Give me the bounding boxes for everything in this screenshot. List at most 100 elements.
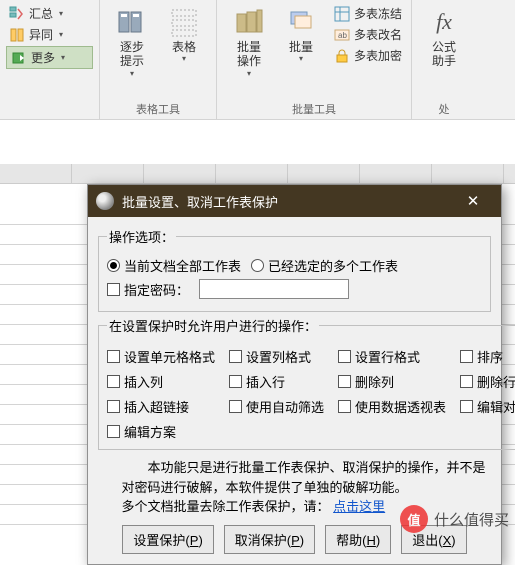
perm-checkbox[interactable]: 设置单元格格式: [107, 347, 215, 366]
checkbox-icon: [107, 425, 120, 438]
batch-button[interactable]: 批量 ▾: [275, 4, 327, 78]
perm-checkbox[interactable]: 插入列: [107, 372, 215, 391]
perm-checkbox[interactable]: 删除列: [338, 372, 446, 391]
multi-freeze-button[interactable]: 多表冻结: [331, 4, 405, 23]
batch-op-icon: [233, 6, 265, 38]
checkbox-icon: [107, 350, 120, 363]
chevron-down-icon: ▾: [59, 9, 63, 18]
perm-checkbox[interactable]: 删除行: [460, 372, 515, 391]
close-button[interactable]: ✕: [453, 192, 493, 210]
perm-checkbox[interactable]: 排序: [460, 347, 515, 366]
summary-label: 汇总: [29, 5, 53, 22]
perm-checkbox[interactable]: 设置行格式: [338, 347, 446, 366]
ribbon-toolbar: 汇总 ▾ 异同 ▾ 更多 ▾ 逐步 提示 ▾: [0, 0, 515, 120]
checkbox-icon: [229, 400, 242, 413]
group-label-proc: 处: [418, 99, 470, 117]
fx-label: 公式 助手: [432, 40, 456, 69]
chevron-down-icon: ▾: [130, 69, 134, 79]
note-line2-prefix: 多个文档批量去除工作表保护，请：: [122, 499, 330, 514]
chevron-down-icon: ▾: [61, 53, 65, 62]
chevron-down-icon: ▾: [59, 30, 63, 39]
unset-protect-button[interactable]: 取消保护(P): [224, 525, 315, 554]
set-protect-button[interactable]: 设置保护(P): [122, 525, 213, 554]
chevron-down-icon: ▾: [247, 69, 251, 79]
encrypt-icon: [334, 48, 350, 64]
freeze-icon: [334, 6, 350, 22]
perm-label: 设置行格式: [355, 347, 420, 366]
perm-legend: 在设置保护时允许用户进行的操作：: [107, 316, 319, 335]
more-label: 更多: [31, 49, 55, 66]
perm-label: 插入行: [246, 372, 285, 391]
watermark: 值 什么值得买: [400, 505, 509, 533]
perm-label: 删除列: [355, 372, 394, 391]
radio-selected-label: 已经选定的多个工作表: [268, 256, 398, 275]
checkbox-icon: [460, 375, 473, 388]
ribbon-group-formula: fx 公式 助手 处: [412, 0, 476, 119]
summary-button[interactable]: 汇总 ▾: [6, 4, 93, 23]
diff-icon: [9, 27, 25, 43]
group-label-table: 表格工具: [106, 99, 210, 117]
specify-pwd-label: 指定密码：: [124, 280, 189, 299]
perm-checkbox[interactable]: 使用数据透视表: [338, 397, 446, 416]
checkbox-icon: [460, 350, 473, 363]
svg-text:ab: ab: [338, 31, 347, 40]
checkbox-icon: [107, 375, 120, 388]
radio-selected-sheets[interactable]: 已经选定的多个工作表: [251, 256, 398, 275]
specify-password-checkbox[interactable]: 指定密码：: [107, 280, 189, 299]
help-button[interactable]: 帮助(H): [325, 525, 391, 554]
perm-label: 使用自动筛选: [246, 397, 324, 416]
step-hint-button[interactable]: 逐步 提示 ▾: [106, 4, 158, 78]
perm-label: 插入超链接: [124, 397, 189, 416]
checkbox-icon: [229, 350, 242, 363]
diff-button[interactable]: 异同 ▾: [6, 25, 93, 44]
table-button[interactable]: 表格 ▾: [158, 4, 210, 78]
dialog-titlebar[interactable]: 批量设置、取消工作表保护 ✕: [88, 185, 501, 217]
note-line1: 本功能只是进行批量工作表保护、取消保护的操作，并不是对密码进行破解，本软件提供了…: [122, 458, 488, 497]
rename-icon: ab: [334, 27, 350, 43]
perm-label: 编辑对象: [477, 397, 515, 416]
batch-op-label: 批量 操作: [237, 40, 261, 69]
checkbox-icon: [338, 400, 351, 413]
perm-label: 设置单元格格式: [124, 347, 215, 366]
batch-op-button[interactable]: 批量 操作 ▾: [223, 4, 275, 78]
radio-all-label: 当前文档全部工作表: [124, 256, 241, 275]
encrypt-label: 多表加密: [354, 47, 402, 64]
rename-label: 多表改名: [354, 26, 402, 43]
column-headers: [0, 164, 515, 184]
radio-all-sheets[interactable]: 当前文档全部工作表: [107, 256, 241, 275]
batch-icon: [285, 6, 317, 38]
perm-label: 设置列格式: [246, 347, 311, 366]
group-label: [6, 115, 93, 117]
checkbox-icon: [338, 375, 351, 388]
formula-helper-button[interactable]: fx 公式 助手: [418, 4, 470, 69]
multi-encrypt-button[interactable]: 多表加密: [331, 46, 405, 65]
step-hint-icon: [116, 6, 148, 38]
checkbox-icon: [107, 400, 120, 413]
options-fieldset: 操作选项： 当前文档全部工作表 已经选定的多个工作表 指定密码：: [98, 227, 491, 312]
watermark-text: 什么值得买: [434, 509, 509, 530]
group-label-batch: 批量工具: [223, 99, 405, 117]
table-icon: [168, 6, 200, 38]
more-button[interactable]: 更多 ▾: [6, 46, 93, 69]
radio-mark-icon: [107, 259, 120, 272]
summary-icon: [9, 6, 25, 22]
perm-checkbox[interactable]: 使用自动筛选: [229, 397, 324, 416]
checkbox-icon: [229, 375, 242, 388]
checkbox-icon: [338, 350, 351, 363]
note-link[interactable]: 点击这里: [333, 499, 385, 514]
perm-checkbox[interactable]: 插入行: [229, 372, 324, 391]
perm-checkbox[interactable]: 编辑方案: [107, 422, 215, 441]
perm-label: 删除行: [477, 372, 515, 391]
ribbon-group-batch-tools: 批量 操作 ▾ 批量 ▾ 多表冻结 ab 多表改名: [217, 0, 412, 119]
perm-checkbox[interactable]: 插入超链接: [107, 397, 215, 416]
checkbox-icon: [107, 283, 120, 296]
radio-mark-icon: [251, 259, 264, 272]
perm-checkbox[interactable]: 设置列格式: [229, 347, 324, 366]
permissions-fieldset: 在设置保护时允许用户进行的操作： 设置单元格格式设置列格式设置行格式排序插入列插…: [98, 316, 515, 450]
password-input[interactable]: [199, 279, 349, 299]
dialog-orb-icon: [96, 192, 114, 210]
dialog-title: 批量设置、取消工作表保护: [122, 192, 278, 211]
perm-checkbox[interactable]: 编辑对象: [460, 397, 515, 416]
multi-rename-button[interactable]: ab 多表改名: [331, 25, 405, 44]
batch-label: 批量: [289, 40, 313, 54]
